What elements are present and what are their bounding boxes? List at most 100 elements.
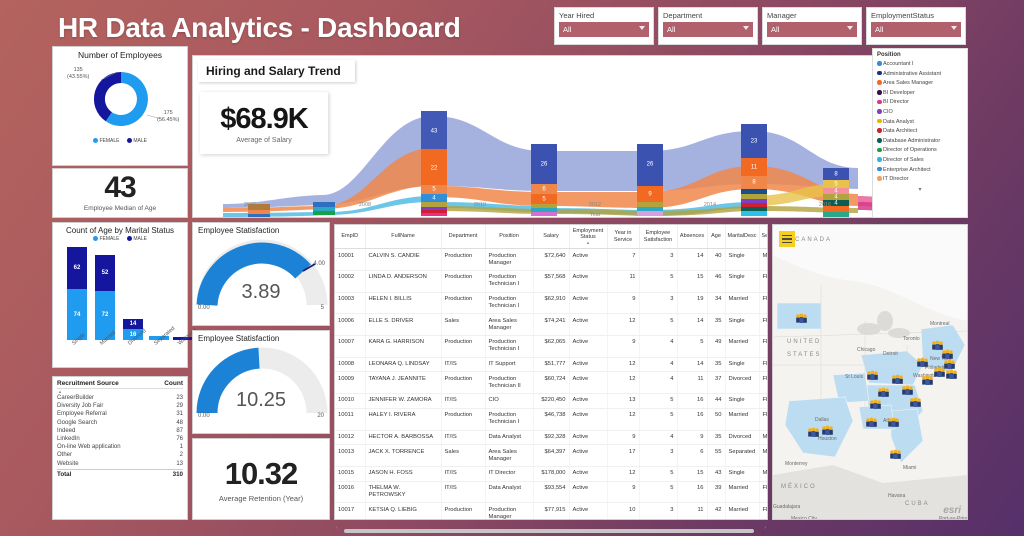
recruitment-row[interactable]: Employee Referral31 xyxy=(57,410,183,418)
recruitment-row[interactable]: Indeed87 xyxy=(57,427,183,435)
legend-item-1[interactable]: Administrative Assistant xyxy=(877,70,963,80)
marital-bar-single[interactable]: 6274 xyxy=(67,247,87,340)
table-cell-Department: IT/IS xyxy=(441,394,485,409)
gauge2-arc[interactable]: 10.25 0.00 20 xyxy=(193,343,329,421)
slicer-manager[interactable]: Manager All xyxy=(762,7,862,45)
map-pin-cluster[interactable] xyxy=(877,385,890,396)
slicer-department[interactable]: Department All xyxy=(658,7,758,45)
table-row[interactable]: 10006ELLE S. DRIVERSalesArea Sales Manag… xyxy=(335,314,768,336)
recruitment-row[interactable]: Other2 xyxy=(57,451,183,459)
table-col-0[interactable]: EmpID xyxy=(335,225,365,249)
slicer-year-hired[interactable]: Year Hired All xyxy=(554,7,654,45)
scrollbar-thumb[interactable] xyxy=(344,529,754,533)
employee-location-map[interactable]: CANADAUNITEDSTATESMÉXICOCUBAMontrealToro… xyxy=(772,224,968,520)
legend-item-10[interactable]: Director of Sales xyxy=(877,156,963,166)
legend-item-2[interactable]: Area Sales Manager xyxy=(877,79,963,89)
table-col-3[interactable]: Position xyxy=(485,225,533,249)
marital-axis-labels: SingleMarriedDivorcedSeparatedWidowed xyxy=(61,340,181,366)
scroll-left-icon[interactable]: ‹ xyxy=(336,525,338,531)
slicer-employment-status[interactable]: EmploymentStatus All xyxy=(866,7,966,45)
map-pin-cluster[interactable] xyxy=(865,415,878,426)
table-cell-Year in Service: 12 xyxy=(607,466,639,481)
slicer-value[interactable]: All xyxy=(871,22,961,37)
legend-item-3[interactable]: BI Developer xyxy=(877,89,963,99)
recruitment-row[interactable]: Diversity Job Fair29 xyxy=(57,402,183,410)
map-pin-cluster[interactable] xyxy=(921,373,934,384)
scroll-right-icon[interactable]: › xyxy=(764,525,766,531)
map-pin-cluster[interactable] xyxy=(807,425,820,436)
slicer-value[interactable]: All xyxy=(767,22,857,37)
map-pin-cluster[interactable] xyxy=(869,397,882,408)
table-row[interactable]: 10013JACK X. TORRENCESalesArea Sales Man… xyxy=(335,445,768,467)
age-by-marital-status-chart[interactable]: Count of Age by Marital Status FEMALE MA… xyxy=(52,222,188,368)
legend-item-6[interactable]: Data Analyst xyxy=(877,118,963,128)
slicer-value[interactable]: All xyxy=(559,22,649,37)
table-col-8[interactable]: Absences xyxy=(677,225,707,249)
legend-item-4[interactable]: BI Director xyxy=(877,98,963,108)
table-col-6[interactable]: Year in Service xyxy=(607,225,639,249)
table-col-11[interactable]: Se... xyxy=(759,225,768,249)
table-cell-Absences: 16 xyxy=(677,394,707,409)
table-row[interactable]: 10001CALVIN S. CANDIEProductionProductio… xyxy=(335,249,768,271)
table-horizontal-scrollbar[interactable]: ‹ › xyxy=(334,527,768,534)
table-row[interactable]: 10015JASON H. FOSSIT/ISIT Director$178,0… xyxy=(335,466,768,481)
legend-item-11[interactable]: Enterprise Architect xyxy=(877,166,963,176)
legend-female[interactable]: FEMALE xyxy=(93,236,120,242)
recruitment-source-table[interactable]: Recruitment Source Count ▲ CareerBuilder… xyxy=(52,376,188,520)
table-col-5[interactable]: Employment Status▲ xyxy=(569,225,607,249)
map-label: St Louis xyxy=(845,374,864,380)
table-col-2[interactable]: Department xyxy=(441,225,485,249)
legend-item-12[interactable]: IT Director xyxy=(877,175,963,185)
legend-male[interactable]: MALE xyxy=(127,138,147,144)
donut-chart[interactable]: 135 (43.55%) 175 (56.45%) xyxy=(53,61,187,137)
map-pin-cluster[interactable] xyxy=(916,355,929,366)
map-pin-cluster[interactable] xyxy=(901,383,914,394)
map-menu-button[interactable] xyxy=(779,231,795,247)
recruitment-row[interactable]: CareerBuilder23 xyxy=(57,394,183,402)
donut-slice-male xyxy=(94,72,121,121)
table-col-4[interactable]: Salary xyxy=(533,225,569,249)
recruitment-row[interactable]: Google Search48 xyxy=(57,419,183,427)
legend-item-9[interactable]: Director of Operations xyxy=(877,146,963,156)
table-col-10[interactable]: MaritalDesc xyxy=(725,225,759,249)
legend-item-7[interactable]: Data Architect xyxy=(877,127,963,137)
table-row[interactable]: 10010JENNIFER W. ZAMORAIT/ISCIO$220,450A… xyxy=(335,394,768,409)
table-row[interactable]: 10009TAYANA J. JEANNITEProductionProduct… xyxy=(335,372,768,394)
recruitment-row[interactable]: Website13 xyxy=(57,460,183,468)
employee-data-table[interactable]: EmpIDFullNameDepartmentPositionSalaryEmp… xyxy=(334,224,768,520)
map-pin-cluster[interactable] xyxy=(889,447,902,458)
table-col-9[interactable]: Age xyxy=(707,225,725,249)
map-pin-cluster[interactable] xyxy=(795,311,808,322)
map-pin-cluster[interactable] xyxy=(909,395,922,406)
map-pin-cluster[interactable] xyxy=(821,423,834,434)
table-col-1[interactable]: FullName xyxy=(365,225,441,249)
table-row[interactable]: 10012HECTOR A. BARBOSSAIT/ISData Analyst… xyxy=(335,430,768,445)
table-row[interactable]: 10017KETSIA Q. LIEBIGProductionProductio… xyxy=(335,503,768,520)
position-legend[interactable]: Position Accountant IAdministrative Assi… xyxy=(872,48,968,218)
col-recruitment-source[interactable]: Recruitment Source xyxy=(57,380,119,387)
legend-scroll-down-icon[interactable]: ▾ xyxy=(877,186,963,193)
table-row[interactable]: 10011HALEY I. RIVERAProductionProduction… xyxy=(335,408,768,430)
table-row[interactable]: 10007KARA G. HARRISONProductionProductio… xyxy=(335,335,768,357)
col-count[interactable]: Count xyxy=(164,380,183,387)
recruitment-row[interactable]: On-line Web application1 xyxy=(57,443,183,451)
legend-female[interactable]: FEMALE xyxy=(93,138,120,144)
slicer-value[interactable]: All xyxy=(663,22,753,37)
legend-item-8[interactable]: Database Administrator xyxy=(877,137,963,147)
legend-item-5[interactable]: CIO xyxy=(877,108,963,118)
table-col-7[interactable]: Employee Satisfaction xyxy=(639,225,677,249)
marital-bar-married[interactable]: 5272 xyxy=(95,255,115,340)
table-row[interactable]: 10008LEONARA Q. LINDSAYIT/ISIT Support$5… xyxy=(335,357,768,372)
legend-item-0[interactable]: Accountant I xyxy=(877,60,963,70)
table-row[interactable]: 10016THELMA W. PETROWSKYIT/ISData Analys… xyxy=(335,481,768,503)
map-pin-cluster[interactable] xyxy=(945,367,958,378)
map-pin-cluster[interactable] xyxy=(891,372,904,383)
map-pin-cluster[interactable] xyxy=(866,368,879,379)
recruitment-row[interactable]: LinkedIn76 xyxy=(57,435,183,443)
table-row[interactable]: 10002LINDA D. ANDERSONProductionProducti… xyxy=(335,270,768,292)
median-age-value: 43 xyxy=(53,171,187,205)
gauge1-arc[interactable]: 3.89 0.00 5 4.00 xyxy=(193,235,329,313)
legend-male[interactable]: MALE xyxy=(127,236,147,242)
table-row[interactable]: 10003HELEN I. BILLISProductionProduction… xyxy=(335,292,768,314)
map-pin-cluster[interactable] xyxy=(887,415,900,426)
